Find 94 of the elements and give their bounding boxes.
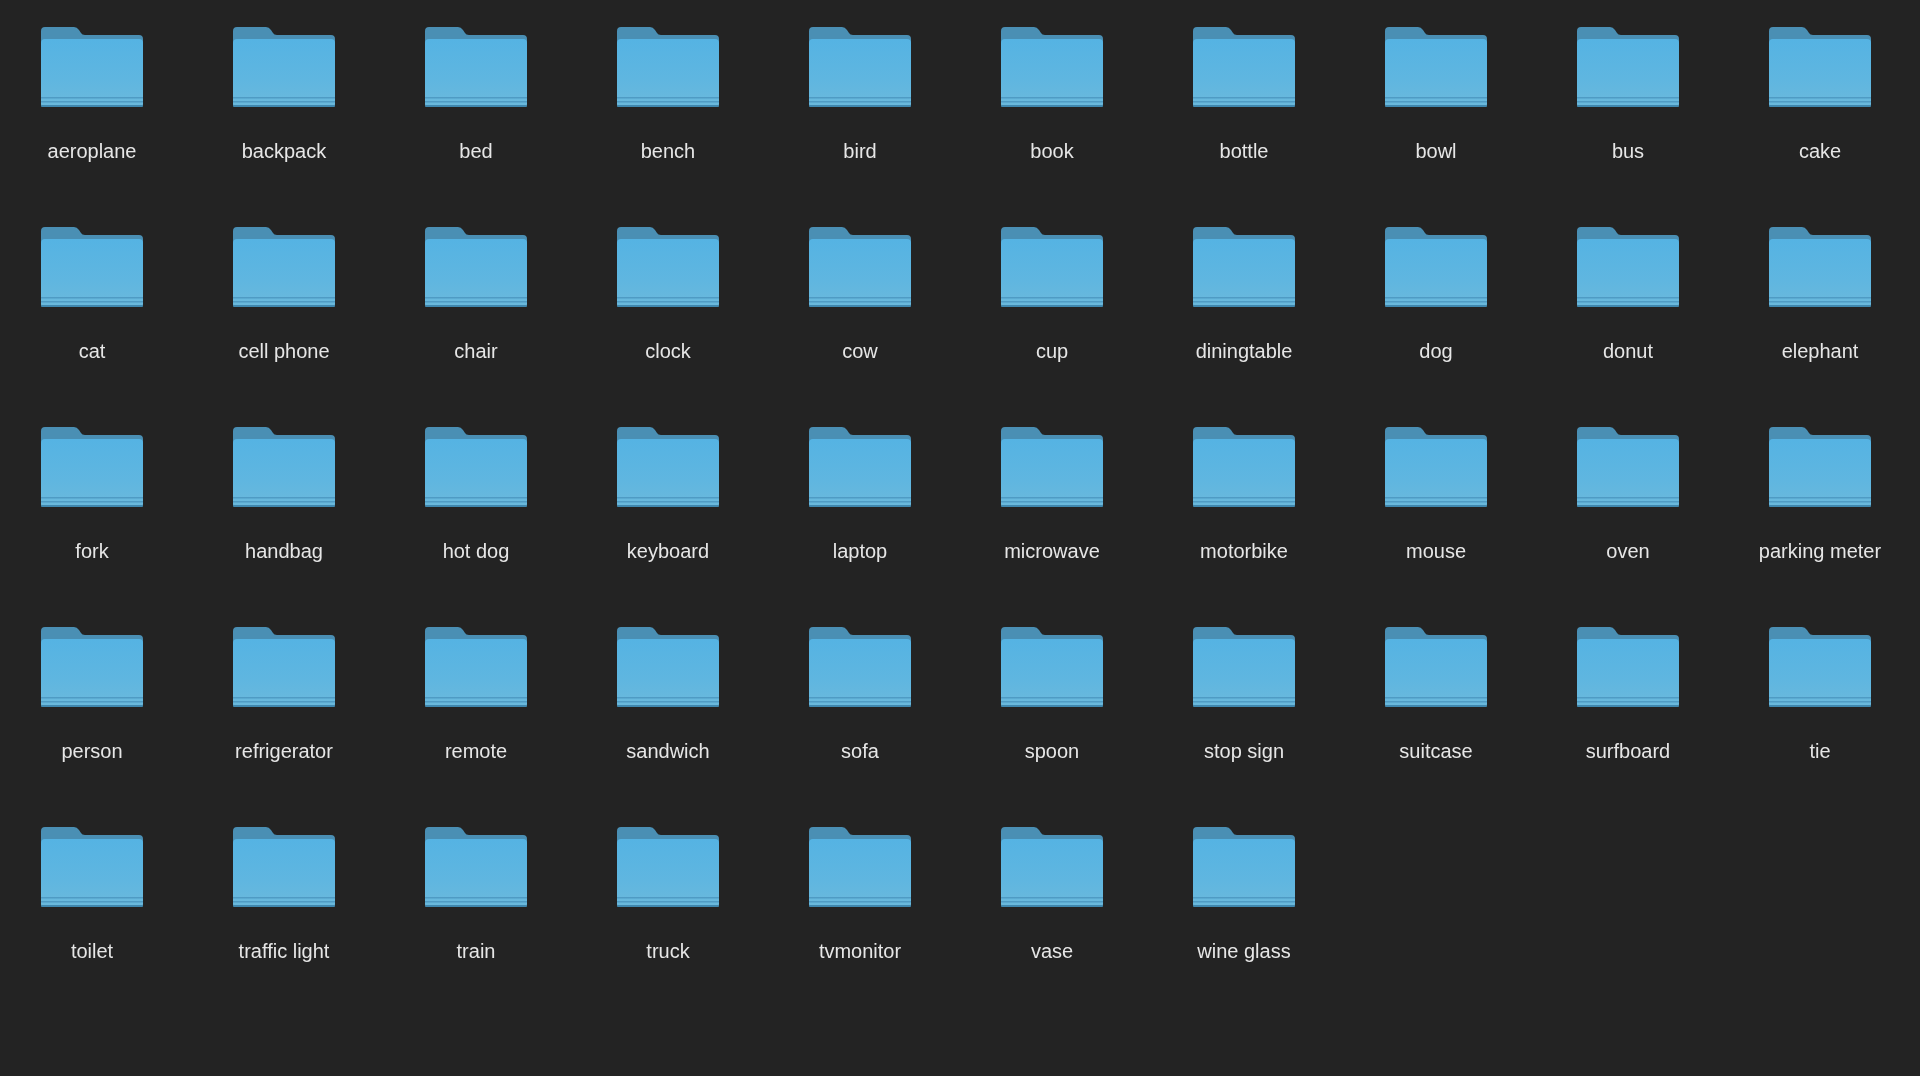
- folder-name: cake: [1798, 140, 1842, 163]
- folder-name: suitcase: [1399, 740, 1473, 763]
- folder-icon[interactable]: [233, 627, 335, 707]
- folder-name: keyboard: [626, 540, 710, 563]
- folder-icon[interactable]: [41, 227, 143, 307]
- folder-icon[interactable]: [1193, 827, 1295, 907]
- folder-icon[interactable]: [617, 427, 719, 507]
- folder-name: bed: [459, 140, 493, 163]
- folder-icon[interactable]: [1769, 627, 1871, 707]
- folder-name: book: [1030, 140, 1074, 163]
- folder-name: tie: [1809, 740, 1831, 763]
- folder-name: parking meter: [1758, 540, 1882, 563]
- folder-icon[interactable]: [1577, 227, 1679, 307]
- folder-name: motorbike: [1200, 540, 1288, 563]
- folder-icon[interactable]: [1577, 627, 1679, 707]
- folder-name: toilet: [70, 940, 114, 963]
- folder-icon[interactable]: [233, 427, 335, 507]
- folder-icon[interactable]: [1193, 627, 1295, 707]
- folder-name: cat: [78, 340, 106, 363]
- folder-name: cell phone: [238, 340, 330, 363]
- folder-icon[interactable]: [425, 227, 527, 307]
- folder-name: sofa: [841, 740, 879, 763]
- folder-name: hot dog: [442, 540, 510, 563]
- folder-icon[interactable]: [1385, 27, 1487, 107]
- folder-name: vase: [1030, 940, 1074, 963]
- folder-name: aeroplane: [47, 140, 137, 163]
- folder-name: stop sign: [1203, 740, 1285, 763]
- folder-name: cup: [1035, 340, 1069, 363]
- folder-icon[interactable]: [809, 427, 911, 507]
- folder-name: sandwich: [626, 740, 710, 763]
- folder-icon[interactable]: [41, 827, 143, 907]
- folder-icon[interactable]: [1193, 27, 1295, 107]
- folder-icon[interactable]: [1385, 427, 1487, 507]
- folder-icon[interactable]: [1001, 227, 1103, 307]
- folder-name: fork: [75, 540, 109, 563]
- folder-name: handbag: [245, 540, 323, 563]
- folder-icon[interactable]: [1769, 427, 1871, 507]
- folder-name: mouse: [1406, 540, 1466, 563]
- folder-icon[interactable]: [233, 27, 335, 107]
- folder-icon[interactable]: [41, 627, 143, 707]
- folder-icon[interactable]: [233, 827, 335, 907]
- folder-icon[interactable]: [425, 627, 527, 707]
- folder-name: person: [61, 740, 123, 763]
- folder-icon[interactable]: [1385, 627, 1487, 707]
- folder-icon[interactable]: [1193, 227, 1295, 307]
- folder-name: diningtable: [1195, 340, 1293, 363]
- folder-name: refrigerator: [235, 740, 333, 763]
- folder-icon[interactable]: [617, 627, 719, 707]
- folder-icon[interactable]: [1001, 627, 1103, 707]
- folder-name: bird: [843, 140, 877, 163]
- folder-name: bus: [1611, 140, 1645, 163]
- folder-icon[interactable]: [617, 227, 719, 307]
- folder-icon[interactable]: [809, 627, 911, 707]
- folder-name: chair: [454, 340, 498, 363]
- folder-name: bench: [640, 140, 696, 163]
- folder-name: backpack: [241, 140, 327, 163]
- folder-icon[interactable]: [41, 427, 143, 507]
- folder-icon[interactable]: [41, 27, 143, 107]
- folder-name: clock: [645, 340, 691, 363]
- folder-name: oven: [1606, 540, 1650, 563]
- folder-name: elephant: [1781, 340, 1859, 363]
- folder-name: dog: [1419, 340, 1453, 363]
- folder-name: bottle: [1219, 140, 1269, 163]
- folder-icon[interactable]: [1385, 227, 1487, 307]
- folder-name: bowl: [1415, 140, 1457, 163]
- folder-icon[interactable]: [809, 227, 911, 307]
- folder-icon[interactable]: [233, 227, 335, 307]
- folder-name: laptop: [832, 540, 888, 563]
- folder-icon[interactable]: [1001, 27, 1103, 107]
- folder-name: truck: [646, 940, 690, 963]
- folder-icon[interactable]: [1769, 27, 1871, 107]
- folder-name: spoon: [1024, 740, 1080, 763]
- folder-name: remote: [444, 740, 508, 763]
- folder-icon[interactable]: [809, 27, 911, 107]
- folder-icon[interactable]: [1001, 827, 1103, 907]
- folder-name: traffic light: [238, 940, 330, 963]
- folder-icon[interactable]: [425, 427, 527, 507]
- folder-name: wine glass: [1197, 940, 1291, 963]
- folder-icon[interactable]: [617, 27, 719, 107]
- folder-name: surfboard: [1585, 740, 1671, 763]
- folder-icon[interactable]: [617, 827, 719, 907]
- folder-icon[interactable]: [1001, 427, 1103, 507]
- folder-icon[interactable]: [425, 827, 527, 907]
- folder-icon[interactable]: [809, 827, 911, 907]
- folder-name: train: [456, 940, 496, 963]
- folder-icon[interactable]: [1577, 27, 1679, 107]
- folder-icon[interactable]: [425, 27, 527, 107]
- folder-icon[interactable]: [1769, 227, 1871, 307]
- folder-name: donut: [1602, 340, 1654, 363]
- folder-name: tvmonitor: [818, 940, 902, 963]
- folder-name: microwave: [1004, 540, 1100, 563]
- folder-icon[interactable]: [1193, 427, 1295, 507]
- folder-name: cow: [842, 340, 878, 363]
- folder-icon[interactable]: [1577, 427, 1679, 507]
